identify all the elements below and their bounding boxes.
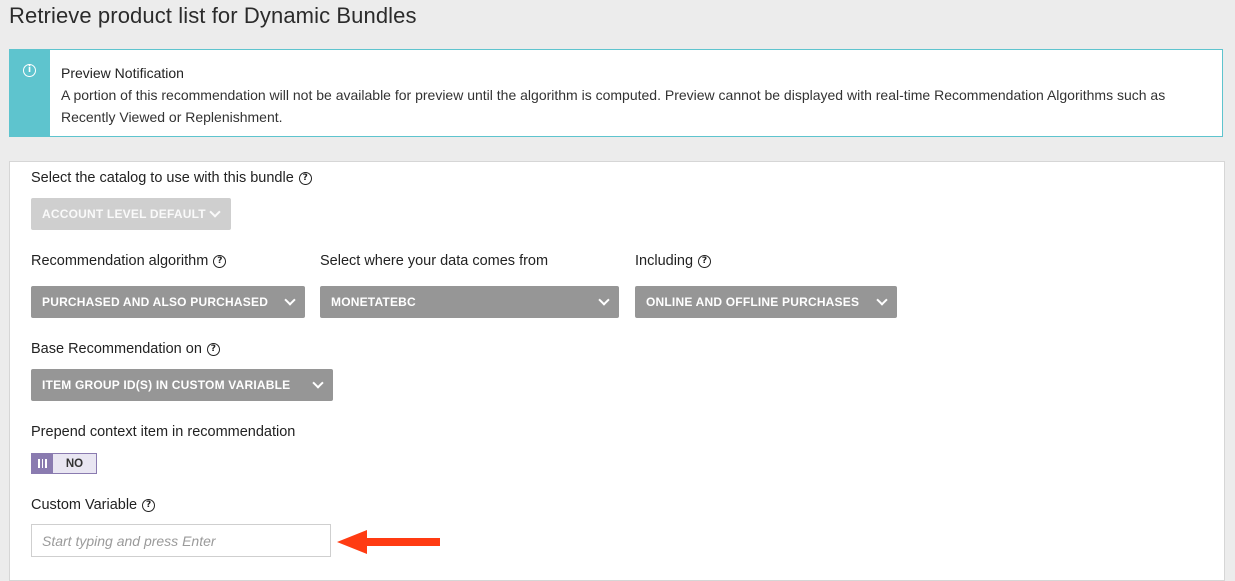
toggle-state-text: NO bbox=[53, 454, 96, 473]
including-label-text: Including bbox=[635, 253, 694, 269]
including-dropdown-value: ONLINE AND OFFLINE PURCHASES bbox=[646, 295, 860, 309]
help-icon[interactable]: ? bbox=[213, 254, 227, 268]
algorithm-label-text: Recommendation algorithm bbox=[31, 253, 209, 269]
including-dropdown[interactable]: ONLINE AND OFFLINE PURCHASES bbox=[635, 286, 897, 318]
chevron-down-icon bbox=[876, 294, 888, 306]
page-title: Retrieve product list for Dynamic Bundle… bbox=[9, 3, 417, 28]
chevron-down-icon bbox=[598, 294, 610, 306]
data-source-dropdown-value: MONETATEBC bbox=[331, 295, 416, 309]
notification-stripe: i bbox=[10, 50, 50, 136]
bundle-settings-panel: Select the catalog to use with this bund… bbox=[9, 161, 1225, 581]
help-icon[interactable]: ? bbox=[206, 342, 220, 356]
base-recommendation-dropdown-value: ITEM GROUP ID(S) IN CUSTOM VARIABLE bbox=[42, 378, 291, 392]
annotation-arrow-icon bbox=[337, 530, 440, 554]
chevron-down-icon bbox=[312, 377, 324, 389]
including-label: Including ? bbox=[635, 253, 712, 269]
notification-body: Preview Notification A portion of this r… bbox=[50, 50, 1222, 136]
chevron-down-icon bbox=[209, 206, 221, 218]
help-icon[interactable]: ? bbox=[298, 171, 312, 185]
notification-message: A portion of this recommendation will no… bbox=[61, 87, 1166, 125]
prepend-label: Prepend context item in recommendation bbox=[31, 424, 295, 440]
catalog-dropdown[interactable]: ACCOUNT LEVEL DEFAULT bbox=[31, 198, 231, 230]
info-icon: i bbox=[23, 64, 36, 77]
custom-variable-label: Custom Variable ? bbox=[31, 497, 156, 513]
algorithm-label: Recommendation algorithm ? bbox=[31, 253, 227, 269]
data-source-label: Select where your data comes from bbox=[320, 253, 548, 269]
algorithm-dropdown[interactable]: PURCHASED AND ALSO PURCHASED bbox=[31, 286, 305, 318]
catalog-dropdown-value: ACCOUNT LEVEL DEFAULT bbox=[42, 207, 206, 221]
prepend-label-text: Prepend context item in recommendation bbox=[31, 424, 296, 440]
base-recommendation-dropdown[interactable]: ITEM GROUP ID(S) IN CUSTOM VARIABLE bbox=[31, 369, 333, 401]
data-source-label-text: Select where your data comes from bbox=[320, 253, 549, 269]
catalog-label-text: Select the catalog to use with this bund… bbox=[31, 170, 294, 186]
base-recommendation-label: Base Recommendation on ? bbox=[31, 341, 220, 357]
chevron-down-icon bbox=[284, 294, 296, 306]
notification-title: Preview Notification bbox=[61, 65, 184, 81]
data-source-dropdown[interactable]: MONETATEBC bbox=[320, 286, 619, 318]
prepend-toggle[interactable]: NO bbox=[31, 453, 97, 474]
catalog-label: Select the catalog to use with this bund… bbox=[31, 170, 312, 186]
preview-notification: i Preview Notification A portion of this… bbox=[9, 49, 1223, 137]
help-icon[interactable]: ? bbox=[698, 254, 712, 268]
custom-variable-input[interactable] bbox=[31, 524, 331, 557]
custom-variable-label-text: Custom Variable bbox=[31, 497, 138, 513]
base-recommendation-label-text: Base Recommendation on bbox=[31, 341, 202, 357]
algorithm-dropdown-value: PURCHASED AND ALSO PURCHASED bbox=[42, 295, 269, 309]
help-icon[interactable]: ? bbox=[142, 498, 156, 512]
toggle-handle-icon bbox=[32, 454, 53, 473]
